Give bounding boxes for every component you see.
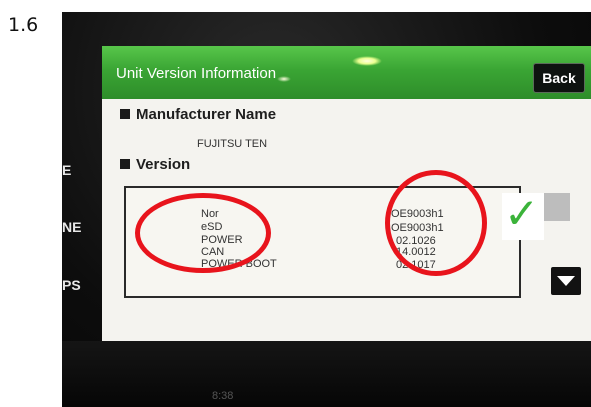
- version-heading: Version: [120, 156, 190, 173]
- screen-glare: [352, 56, 382, 66]
- screen-title: Unit Version Information: [116, 65, 277, 82]
- step-number: 1.6: [8, 14, 39, 36]
- side-label-1: E: [62, 162, 72, 178]
- side-label-2: NE: [62, 219, 82, 235]
- side-label-3: PS: [62, 277, 81, 293]
- version-heading-text: Version: [136, 156, 191, 173]
- bezel-bottom: 8:38: [62, 341, 591, 407]
- screen-glare-small: [277, 76, 291, 82]
- bullet-square-icon: [120, 109, 130, 119]
- scroll-up-button[interactable]: [542, 193, 570, 221]
- title-bar: Unit Version Information Back: [102, 46, 591, 99]
- clock-text: 8:38: [212, 390, 234, 402]
- annotation-circle-values: [385, 170, 487, 276]
- annotation-circle-labels: [135, 193, 271, 273]
- manufacturer-value: FUJITSU TEN: [197, 138, 268, 150]
- arrow-down-icon[interactable]: [551, 267, 581, 295]
- back-button[interactable]: Back: [533, 63, 585, 93]
- manufacturer-heading: Manufacturer Name: [120, 106, 276, 123]
- bullet-square-icon: [120, 159, 130, 169]
- check-icon: ✓: [504, 189, 540, 238]
- manufacturer-heading-text: Manufacturer Name: [136, 106, 277, 123]
- checkmark-badge: ✓: [502, 189, 544, 240]
